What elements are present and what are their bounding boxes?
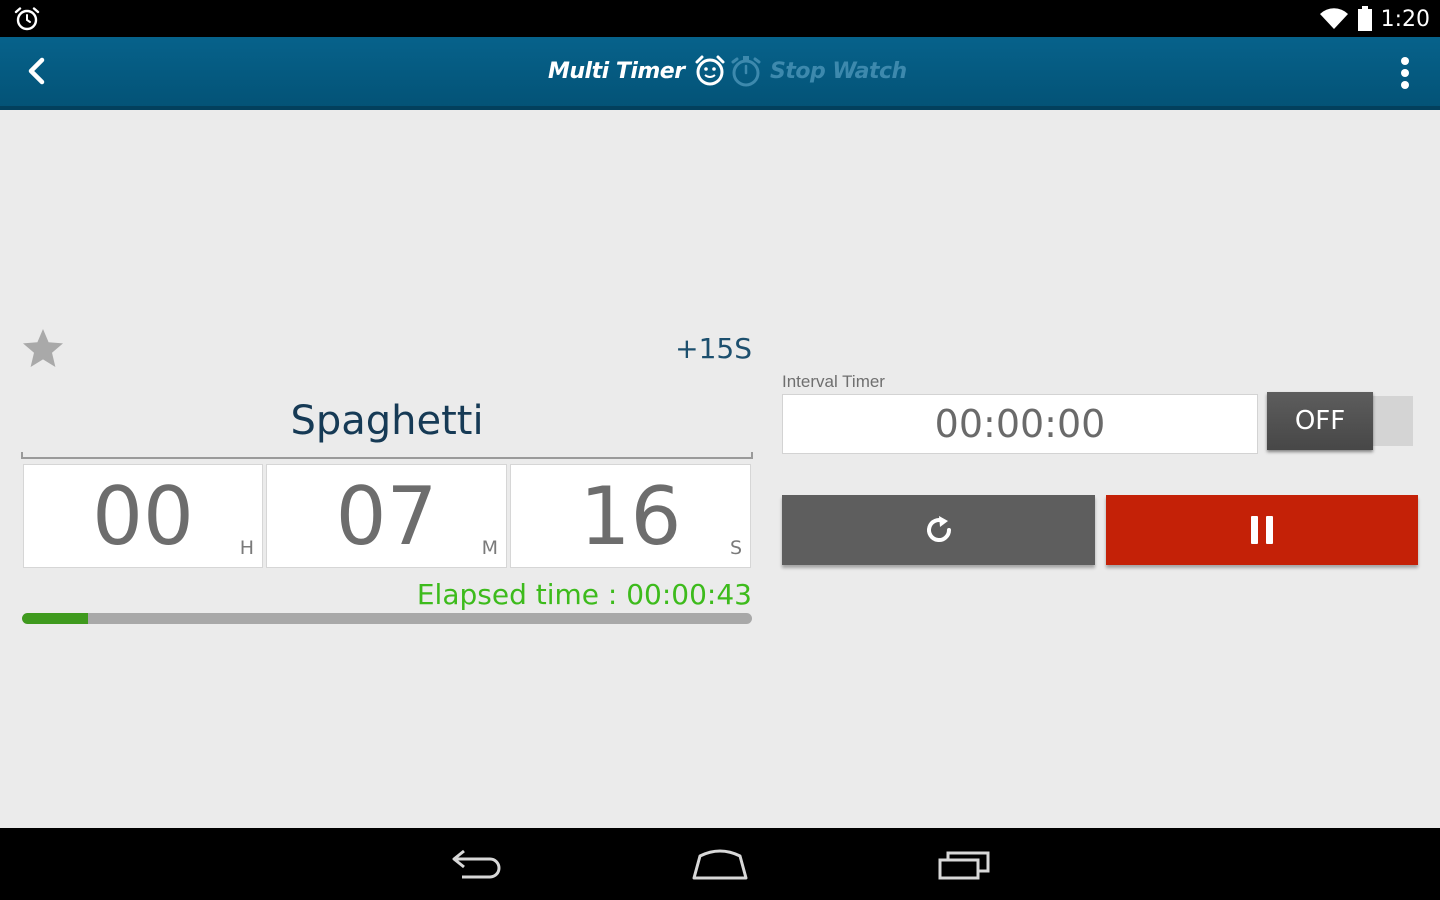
star-icon[interactable] <box>21 327 65 371</box>
interval-timer-input[interactable]: 00:00:00 <box>782 394 1258 454</box>
timer-progress-fill <box>22 613 88 624</box>
seconds-value: 16 <box>579 470 682 563</box>
action-bar: Multi Timer Stop Watch <box>0 37 1440 110</box>
interval-timer-label: Interval Timer <box>782 372 885 391</box>
hours-unit: H <box>239 537 254 559</box>
recents-icon[interactable] <box>934 846 994 882</box>
tab-stop-watch-label: Stop Watch <box>770 58 907 84</box>
elapsed-time: Elapsed time : 00:00:43 <box>416 578 752 611</box>
minutes-value: 07 <box>335 470 438 563</box>
status-bar: 1:20 <box>0 0 1440 37</box>
timer-name-underline <box>21 452 753 459</box>
refresh-icon <box>926 516 951 543</box>
minutes-field[interactable]: 07 M <box>266 464 507 568</box>
minutes-unit: M <box>481 537 498 559</box>
tab-multi-timer-label: Multi Timer <box>548 58 685 84</box>
interval-toggle[interactable]: OFF <box>1267 392 1413 450</box>
toggle-knob: OFF <box>1267 392 1373 450</box>
timer-name[interactable]: Spaghetti <box>22 398 752 444</box>
timer-progress-bar <box>22 613 752 624</box>
alarm-clock-icon <box>695 55 725 86</box>
back-icon[interactable] <box>446 846 506 882</box>
reset-button[interactable] <box>782 495 1095 565</box>
tab-stop-watch[interactable]: Stop Watch <box>730 49 907 93</box>
alarm-icon <box>14 7 40 31</box>
wifi-icon <box>1319 8 1348 30</box>
battery-icon <box>1357 6 1372 31</box>
stopwatch-icon <box>731 56 761 87</box>
pause-icon <box>1251 516 1273 544</box>
seconds-field[interactable]: 16 S <box>510 464 751 568</box>
status-time: 1:20 <box>1380 6 1430 32</box>
pause-button[interactable] <box>1106 495 1418 565</box>
tab-multi-timer[interactable]: Multi Timer <box>548 49 727 93</box>
overflow-menu-icon[interactable] <box>1390 53 1420 93</box>
navigation-bar <box>0 828 1440 900</box>
seconds-unit: S <box>729 537 742 559</box>
home-icon[interactable] <box>690 846 750 882</box>
add-15s-button[interactable]: +15S <box>660 332 752 365</box>
hours-value: 00 <box>92 470 194 563</box>
chevron-left-icon[interactable] <box>18 51 58 91</box>
hours-field[interactable]: 00 H <box>23 464 263 568</box>
